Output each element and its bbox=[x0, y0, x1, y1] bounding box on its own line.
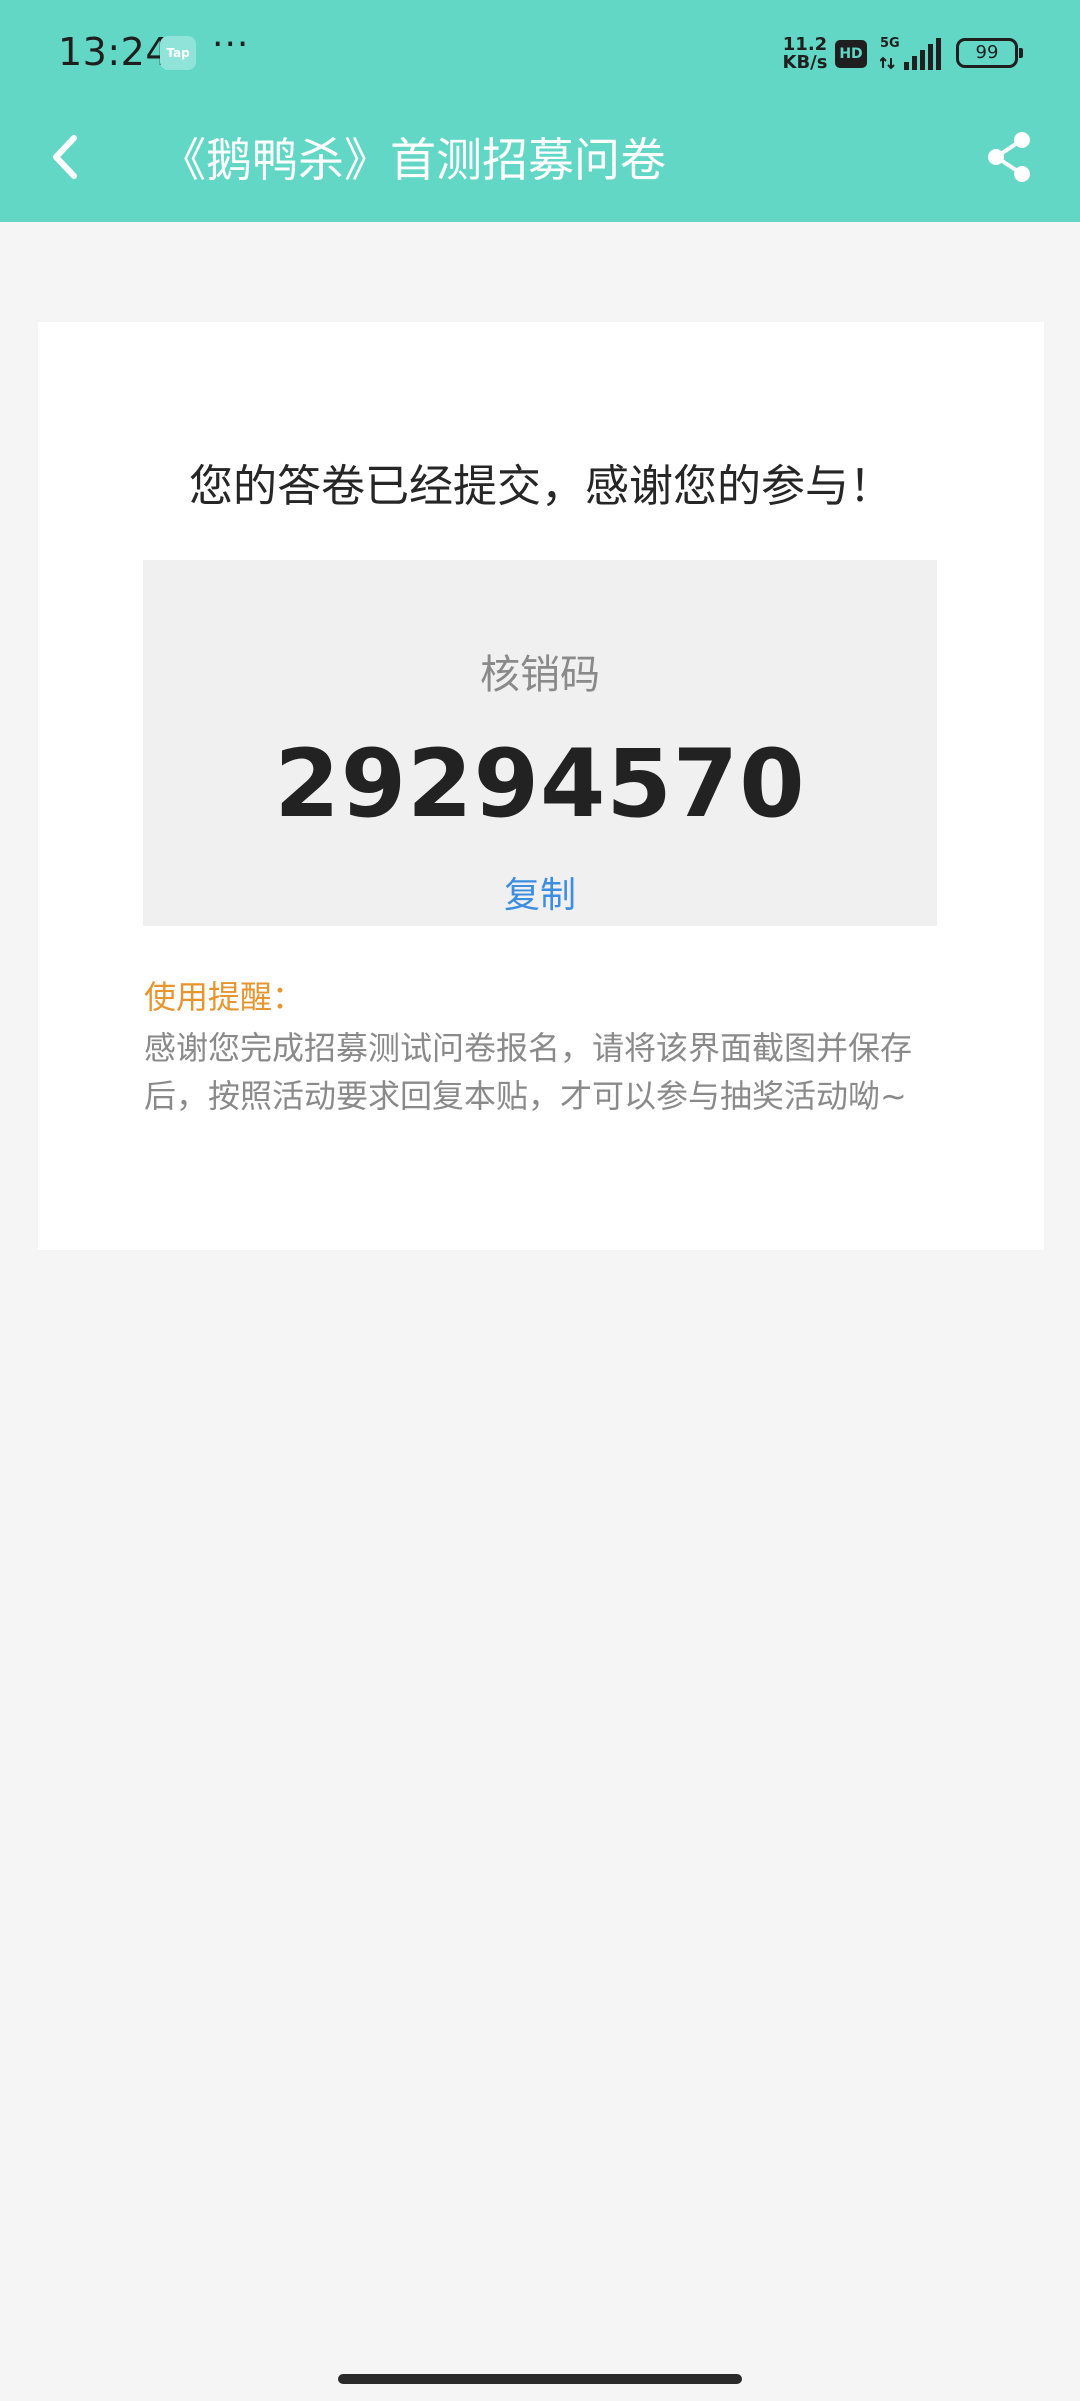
success-message: 您的答卷已经提交，感谢您的参与！ bbox=[189, 461, 893, 512]
back-button[interactable] bbox=[40, 122, 100, 192]
more-notifications-icon: ··· bbox=[212, 24, 250, 65]
app-header: 13:24 Tap ··· 11.2 KB/s HD 5G 99 《鹅鸭杀》首测… bbox=[0, 0, 1080, 222]
verification-code-value: 29294570 bbox=[274, 730, 806, 839]
tap-app-icon: Tap bbox=[160, 36, 196, 70]
submission-result-card: 您的答卷已经提交，感谢您的参与！ 核销码 29294570 复制 使用提醒： 感… bbox=[38, 322, 1044, 1250]
share-button[interactable] bbox=[980, 128, 1040, 188]
share-icon bbox=[988, 132, 1030, 182]
page: 13:24 Tap ··· 11.2 KB/s HD 5G 99 《鹅鸭杀》首测… bbox=[0, 0, 1080, 2401]
network-speed: 11.2 KB/s bbox=[780, 36, 830, 72]
home-indicator[interactable] bbox=[338, 2374, 742, 2384]
battery-icon: 99 bbox=[956, 38, 1023, 68]
verification-code-label: 核销码 bbox=[480, 652, 600, 698]
network-speed-unit: KB/s bbox=[782, 52, 828, 73]
copy-button[interactable]: 复制 bbox=[490, 866, 590, 918]
verification-code-box: 核销码 29294570 复制 bbox=[143, 560, 937, 926]
chevron-left-icon bbox=[53, 135, 77, 179]
status-bar: 13:24 Tap ··· 11.2 KB/s HD 5G 99 bbox=[0, 0, 1080, 110]
reminder-title: 使用提醒： bbox=[144, 978, 305, 1016]
page-title: 《鹅鸭杀》首测招募问卷 bbox=[160, 133, 666, 187]
signal-5g-icon: 5G bbox=[880, 36, 941, 70]
status-time: 13:24 bbox=[58, 30, 171, 74]
hd-icon: HD bbox=[835, 40, 867, 68]
reminder-text: 感谢您完成招募测试问卷报名，请将该界面截图并保存后，按照活动要求回复本贴，才可以… bbox=[144, 1029, 913, 1115]
network-type-label: 5G bbox=[880, 36, 900, 51]
